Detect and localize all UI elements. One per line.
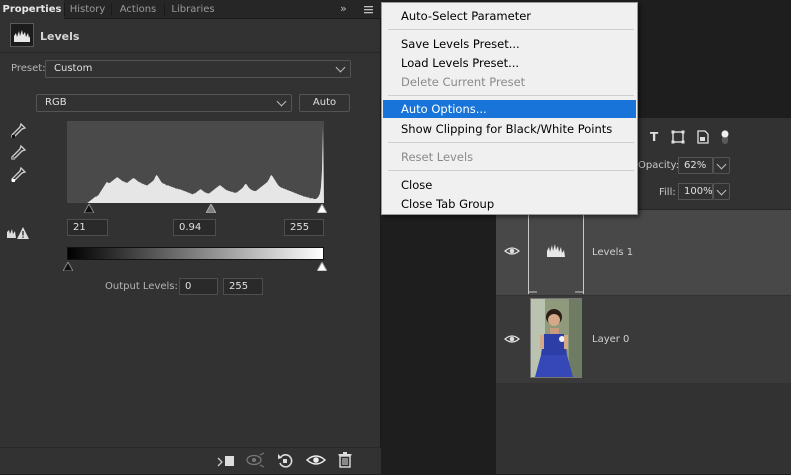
- menu-item-auto-select-parameter[interactable]: Auto-Select Parameter: [383, 7, 636, 25]
- opacity-label: Opacity:: [638, 160, 680, 171]
- histogram: [67, 121, 324, 203]
- tab-history[interactable]: History: [65, 0, 110, 19]
- delete-icon[interactable]: [337, 451, 353, 469]
- output-gradient-bar: [67, 247, 324, 260]
- menu-item-reset-levels: Reset Levels: [401, 150, 474, 164]
- layer-thumbnail: [528, 212, 584, 294]
- panel-tab-bar: Properties History Actions Libraries »: [0, 0, 381, 19]
- fill-field[interactable]: 100%: [678, 183, 713, 200]
- reset-icon[interactable]: [276, 451, 294, 469]
- channel-value: RGB: [45, 97, 67, 108]
- fill-label: Fill:: [659, 187, 676, 198]
- panel-menu-icon[interactable]: [363, 2, 374, 16]
- output-white-slider[interactable]: [316, 260, 328, 272]
- menu-item-save-levels-preset[interactable]: Save Levels Preset...: [383, 35, 636, 53]
- toggle-visibility-icon[interactable]: [305, 451, 327, 469]
- output-levels-label: Output Levels:: [105, 281, 178, 292]
- auto-button[interactable]: Auto: [299, 94, 350, 112]
- type-layer-filter-icon[interactable]: T: [650, 130, 658, 144]
- clip-to-layer-icon[interactable]: [216, 451, 236, 469]
- layer-thumbnail-photo: [530, 298, 582, 378]
- output-black-slider[interactable]: [62, 260, 74, 272]
- channel-dropdown[interactable]: RGB: [36, 94, 292, 112]
- preset-label: Preset:: [11, 63, 46, 74]
- levels-adjustment-icon: [10, 23, 34, 47]
- input-gamma-field[interactable]: 0.94: [173, 219, 216, 236]
- tab-libraries[interactable]: Libraries: [165, 0, 221, 19]
- menu-item-close[interactable]: Close: [383, 176, 636, 194]
- menu-item-show-clipping[interactable]: Show Clipping for Black/White Points: [383, 120, 636, 138]
- opacity-field[interactable]: 62%: [678, 157, 713, 174]
- menu-item-close-tab-group[interactable]: Close Tab Group: [383, 195, 636, 213]
- clipping-warning-icon[interactable]: [6, 226, 30, 240]
- visibility-eye-icon[interactable]: [504, 333, 520, 348]
- black-point-eyedropper-icon[interactable]: [9, 122, 27, 140]
- input-white-slider[interactable]: [316, 202, 328, 214]
- input-black-slider[interactable]: [83, 202, 95, 214]
- menu-item-delete-current-preset: Delete Current Preset: [401, 75, 526, 89]
- shape-layer-filter-icon[interactable]: [671, 130, 685, 144]
- input-black-field[interactable]: 21: [67, 219, 108, 236]
- opacity-dropdown[interactable]: [713, 157, 730, 174]
- menu-item-load-levels-preset[interactable]: Load Levels Preset...: [383, 54, 636, 72]
- output-white-field[interactable]: 255: [223, 278, 263, 295]
- preset-value: Custom: [54, 63, 93, 74]
- tab-properties[interactable]: Properties: [0, 0, 64, 19]
- preset-dropdown[interactable]: Custom: [45, 60, 351, 78]
- filter-toggle-icon[interactable]: [720, 128, 730, 146]
- gray-point-eyedropper-icon[interactable]: [9, 144, 27, 162]
- chevron-down-icon: [716, 159, 727, 170]
- view-previous-state-icon[interactable]: [245, 451, 267, 469]
- input-white-field[interactable]: 255: [284, 219, 324, 236]
- histogram-shape: [67, 127, 324, 203]
- chevron-down-icon: [276, 96, 287, 107]
- white-point-eyedropper-icon[interactable]: [9, 166, 27, 184]
- tab-actions[interactable]: Actions: [112, 0, 164, 19]
- chevron-down-icon: [335, 62, 346, 73]
- menu-item-auto-options[interactable]: Auto Options...: [383, 100, 636, 118]
- collapse-panels-icon[interactable]: »: [340, 2, 347, 15]
- panel-flyout-menu: Auto-Select Parameter Save Levels Preset…: [381, 2, 638, 215]
- panel-title: Levels: [40, 30, 80, 43]
- output-black-field[interactable]: 0: [179, 278, 218, 295]
- layer-name[interactable]: Levels 1: [592, 247, 633, 258]
- chevron-down-icon: [716, 185, 727, 196]
- input-gamma-slider[interactable]: [205, 202, 217, 214]
- fill-dropdown[interactable]: [713, 183, 730, 200]
- smart-object-filter-icon[interactable]: [697, 130, 709, 144]
- visibility-eye-icon[interactable]: [504, 245, 520, 260]
- layer-name[interactable]: Layer 0: [592, 334, 629, 345]
